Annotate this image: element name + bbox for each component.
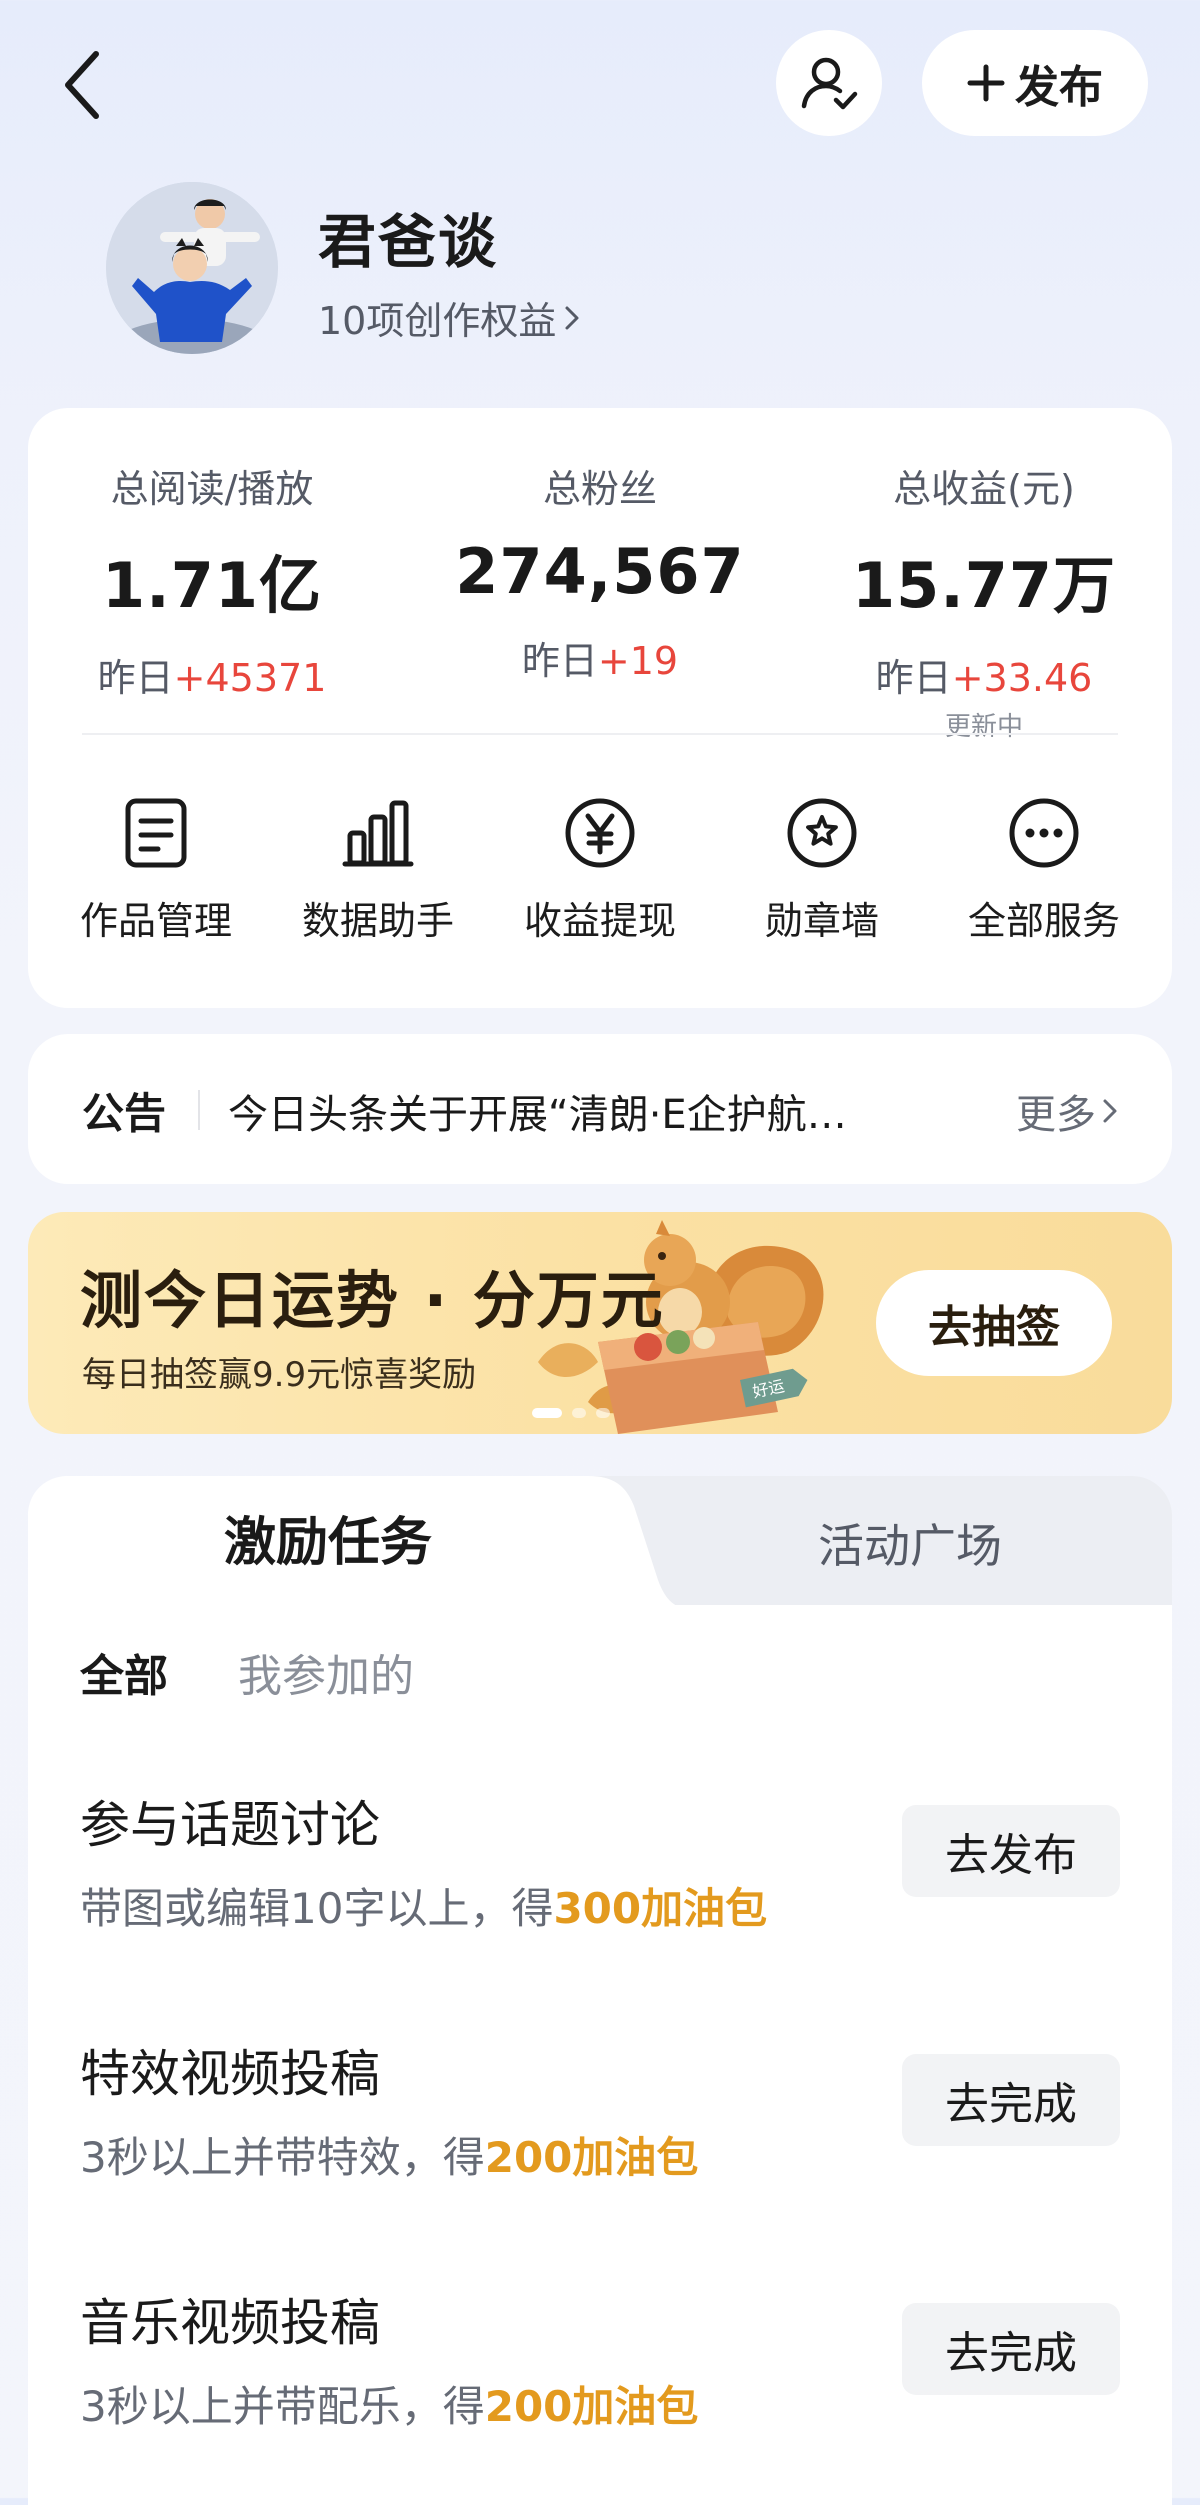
stat-delta: 昨日+19 (521, 639, 679, 683)
stat-label: 总收益(元) (893, 467, 1075, 511)
tools-row: 作品管理 数据助手 收益提现 勋章墙 全部服务 (28, 788, 1172, 968)
stat-value: 15.77万 (851, 549, 1117, 622)
back-button[interactable] (52, 40, 112, 130)
task-item: 特效视频投稿 3秒以上并带特效，得200加油包 去完成 (80, 2034, 1120, 2204)
stat-total-fans[interactable]: 总粉丝 274,567 昨日+19 (420, 458, 780, 685)
announcement-title: 公告 (82, 1089, 167, 1138)
banner-title: 测今日运势 · 分万元 (80, 1264, 665, 1337)
tool-label: 勋章墙 (764, 899, 879, 943)
task-action-button[interactable]: 去完成 (902, 2303, 1120, 2395)
task-action-button[interactable]: 去发布 (902, 1805, 1120, 1897)
draw-lot-button[interactable]: 去抽签 (876, 1270, 1112, 1376)
task-action-button[interactable]: 去完成 (902, 2054, 1120, 2146)
tool-label: 数据助手 (301, 899, 454, 943)
filter-all[interactable]: 全部 (80, 1640, 168, 1704)
announcement-text[interactable]: 今日头条关于开展“清朗·E企护航… (228, 1082, 988, 1140)
stats-card: 总阅读/播放 1.71亿 昨日+45371 总粉丝 274,567 昨日+19 … (28, 408, 1172, 1008)
more-label: 更多 (1016, 1092, 1096, 1138)
tool-label: 收益提现 (523, 899, 676, 943)
announcement-bar[interactable]: 公告 今日头条关于开展“清朗·E企护航… 更多 (28, 1034, 1172, 1184)
stat-delta: 昨日+45371 (97, 656, 327, 700)
tool-data-assistant[interactable]: 数据助手 (268, 788, 488, 945)
banner-subtitle: 每日抽签赢9.9元惊喜奖励 (82, 1355, 477, 1395)
stat-total-income[interactable]: 总收益(元) 15.77万 昨日+33.46 更新中 (804, 458, 1164, 743)
tool-all-services[interactable]: 全部服务 (934, 788, 1154, 945)
creator-rights-label: 10项创作权益 (318, 299, 557, 343)
fortune-banner[interactable]: 好运 测今日运势 · 分万元 每日抽签赢9.9元惊喜奖励 去抽签 (28, 1212, 1172, 1434)
creator-rights-link[interactable]: 10项创作权益 (318, 290, 580, 345)
tool-income-withdraw[interactable]: 收益提现 (490, 788, 710, 945)
tab-incentive-tasks[interactable]: 激励任务 (28, 1500, 628, 1575)
document-icon (125, 798, 187, 868)
carousel-dot (596, 1408, 610, 1418)
task-reward: 200加油包 (484, 2133, 699, 2182)
chevron-left-icon (65, 51, 99, 119)
plus-icon (967, 64, 1005, 102)
more-icon (1009, 798, 1079, 868)
divider (198, 1090, 200, 1130)
avatar-image (106, 182, 278, 354)
publish-label: 发布 (1015, 62, 1103, 113)
chevron-right-icon (1103, 1099, 1117, 1123)
stat-total-reads[interactable]: 总阅读/播放 1.71亿 昨日+45371 (32, 458, 392, 702)
task-reward: 300加油包 (553, 1884, 768, 1933)
follow-user-button[interactable] (776, 30, 882, 136)
yen-icon (565, 798, 635, 868)
stat-label: 总阅读/播放 (110, 467, 314, 511)
user-check-icon (801, 57, 858, 110)
stat-value: 274,567 (455, 535, 745, 608)
tool-label: 全部服务 (967, 899, 1120, 943)
stat-updating-note: 更新中 (944, 712, 1023, 742)
medal-icon (787, 798, 857, 868)
announcement-more-link[interactable]: 更多 (1016, 1082, 1118, 1140)
tool-works-management[interactable]: 作品管理 (46, 788, 266, 945)
tool-medal-wall[interactable]: 勋章墙 (712, 788, 932, 945)
carousel-dot (572, 1408, 586, 1418)
chevron-right-icon (565, 306, 579, 329)
filter-joined[interactable]: 我参加的 (238, 1640, 414, 1704)
publish-button[interactable]: 发布 (922, 30, 1148, 136)
bar-chart-icon (342, 800, 414, 867)
divider (82, 733, 1118, 735)
stat-delta: 昨日+33.46 (875, 656, 1093, 700)
tab-activity-plaza[interactable]: 活动广场 (700, 1510, 1120, 1576)
profile-name: 君爸谈 (318, 208, 499, 276)
carousel-indicator (532, 1408, 610, 1418)
tool-label: 作品管理 (79, 899, 232, 943)
task-item: 参与话题讨论 带图或编辑10字以上，得300加油包 去发布 (80, 1785, 1120, 1955)
stat-label: 总粉丝 (542, 467, 657, 511)
task-item: 音乐视频投稿 3秒以上并带配乐，得200加油包 去完成 (80, 2283, 1120, 2453)
avatar[interactable] (106, 182, 278, 354)
task-reward: 200加油包 (484, 2382, 699, 2431)
carousel-dot-active (532, 1408, 562, 1418)
stat-value: 1.71亿 (102, 549, 322, 622)
